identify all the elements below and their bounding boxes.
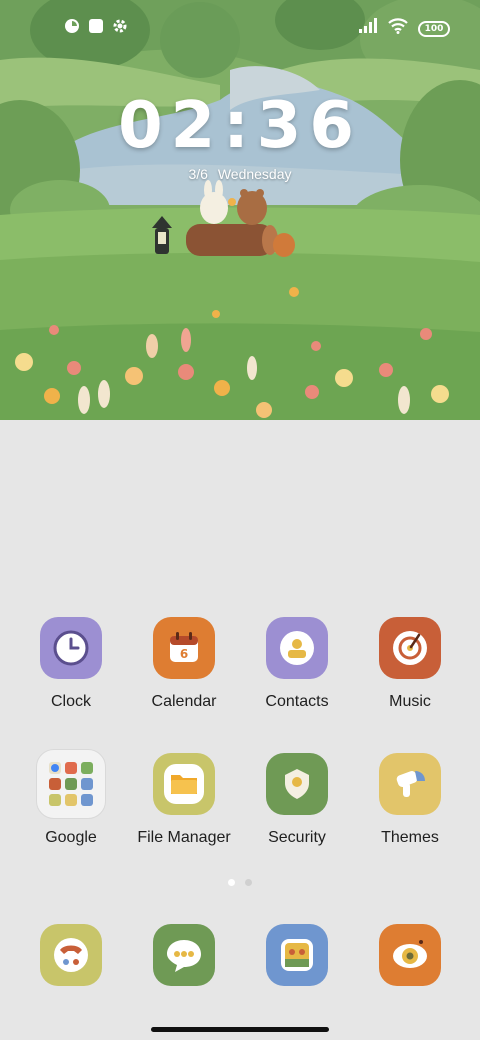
calendar-day-number: 6 xyxy=(179,647,189,661)
file-manager-icon[interactable] xyxy=(153,753,215,815)
wallpaper-illustration xyxy=(0,0,480,420)
app-music[interactable]: Music xyxy=(350,617,470,711)
dock-messages[interactable] xyxy=(124,924,244,986)
page-dot-active[interactable] xyxy=(228,879,235,886)
app-google-folder[interactable]: Google xyxy=(11,749,131,847)
contacts-icon[interactable] xyxy=(266,617,328,679)
wifi-icon xyxy=(388,18,408,39)
app-row-2: Google File Manager Security Themes xyxy=(0,749,480,893)
app-label: Security xyxy=(268,829,326,846)
dock-phone[interactable] xyxy=(11,924,131,986)
settings-gear-icon xyxy=(112,18,128,39)
square-notification-icon xyxy=(88,18,104,39)
google-folder-icon[interactable] xyxy=(36,749,106,819)
app-label: File Manager xyxy=(137,829,231,846)
phone-icon[interactable] xyxy=(40,924,102,986)
security-icon[interactable] xyxy=(266,753,328,815)
widget-time: 02:36 xyxy=(118,89,362,163)
dock xyxy=(0,924,480,988)
app-label: Contacts xyxy=(265,693,329,710)
app-label: Themes xyxy=(381,829,439,846)
dock-camera[interactable] xyxy=(350,924,470,986)
notification-app-icon xyxy=(64,18,80,39)
messages-icon[interactable] xyxy=(153,924,215,986)
page-dot-inactive[interactable] xyxy=(245,879,252,886)
signal-icon xyxy=(358,18,378,39)
clock-widget[interactable]: 02:36 3/6 Wednesday xyxy=(0,88,480,182)
app-file-manager[interactable]: File Manager xyxy=(124,753,244,847)
dock-gallery[interactable] xyxy=(237,924,357,986)
widget-date: 3/6 xyxy=(188,166,208,182)
gesture-nav-handle[interactable] xyxy=(151,1027,329,1032)
app-themes[interactable]: Themes xyxy=(350,753,470,847)
app-label: Clock xyxy=(50,693,91,710)
app-row-1: Clock 6 Calendar Contacts Music xyxy=(0,617,480,757)
app-label: Calendar xyxy=(151,693,217,710)
app-label: Google xyxy=(45,829,97,846)
page-indicator[interactable] xyxy=(228,879,252,886)
battery-indicator: 100 xyxy=(418,20,450,37)
gallery-icon[interactable] xyxy=(266,924,328,986)
widget-date-line: 3/6 Wednesday xyxy=(0,166,480,182)
app-clock[interactable]: Clock xyxy=(11,617,131,711)
app-calendar[interactable]: 6 Calendar xyxy=(124,617,244,711)
themes-icon[interactable] xyxy=(379,753,441,815)
app-label: Music xyxy=(389,693,431,710)
app-security[interactable]: Security xyxy=(237,753,357,847)
camera-icon[interactable] xyxy=(379,924,441,986)
status-bar: 100 xyxy=(0,0,480,56)
app-contacts[interactable]: Contacts xyxy=(237,617,357,711)
widget-weekday: Wednesday xyxy=(217,166,292,182)
calendar-icon[interactable]: 6 xyxy=(153,617,215,679)
music-icon[interactable] xyxy=(379,617,441,679)
clock-icon[interactable] xyxy=(40,617,102,679)
wallpaper xyxy=(0,0,480,420)
